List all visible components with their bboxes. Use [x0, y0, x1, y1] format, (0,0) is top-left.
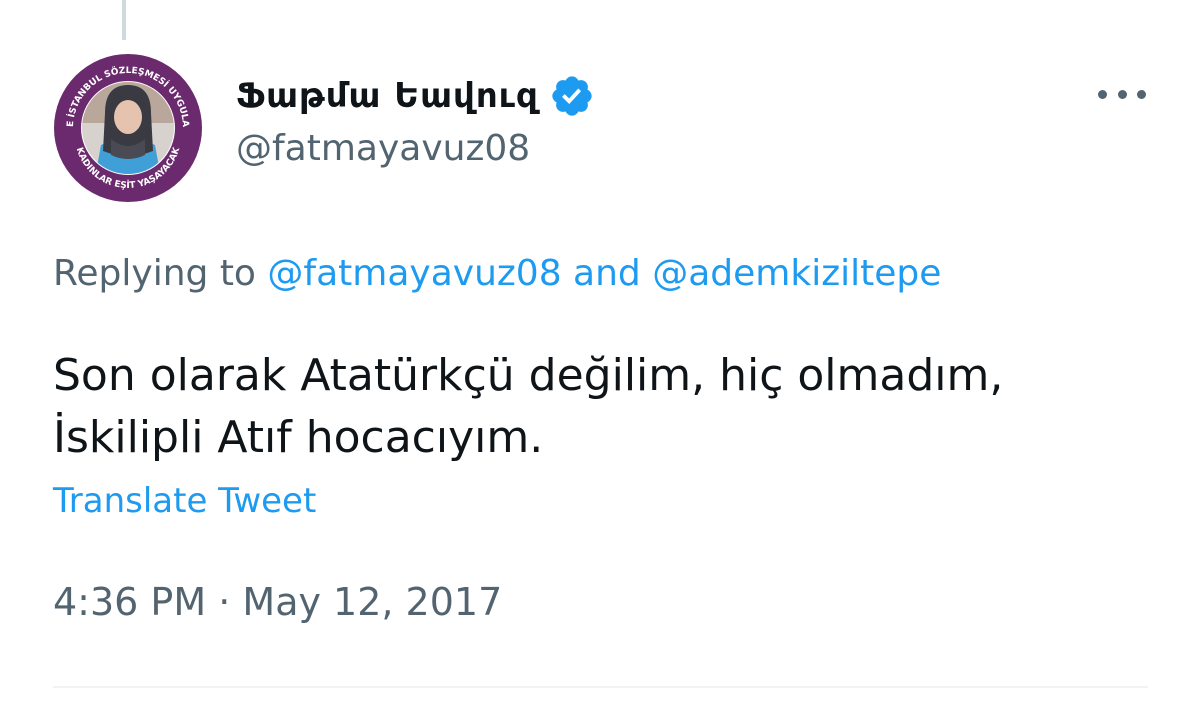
tweet-date[interactable]: May 12, 2017	[242, 580, 502, 624]
mention-link-1[interactable]: @fatmayavuz08	[267, 253, 561, 294]
tweet-text-line: Son olarak Atatürkçü değilim, hiç olmadı…	[53, 350, 1004, 401]
tweet-text: Son olarak Atatürkçü değilim, hiç olmadı…	[53, 345, 1153, 469]
replying-conjunction[interactable]: and	[573, 253, 641, 294]
mention-link-2[interactable]: @ademkiziltepe	[652, 253, 941, 294]
replying-to: Replying to @fatmayavuz08 and @ademkizil…	[53, 253, 941, 294]
timestamp-separator: ·	[218, 580, 231, 624]
avatar[interactable]: 6284 VE İSTANBUL SÖZLEŞMESİ UYGULANACAK …	[53, 53, 203, 203]
author-name-row: Ֆաթմա Եավուզ	[236, 70, 595, 122]
author-handle[interactable]: @fatmayavuz08	[236, 128, 595, 169]
replying-prefix: Replying to	[53, 253, 256, 294]
tweet-timestamp[interactable]: 4:36 PM · May 12, 2017	[53, 580, 502, 624]
thread-line	[122, 0, 126, 40]
verified-badge-icon	[552, 76, 592, 116]
more-horizontal-icon[interactable]	[1098, 82, 1146, 106]
translate-tweet-link[interactable]: Translate Tweet	[53, 481, 316, 521]
tweet-time[interactable]: 4:36 PM	[53, 580, 206, 624]
tweet-header: Ֆաթմա Եավուզ @fatmayavuz08	[236, 70, 595, 169]
tweet-text-line: İskilipli Atıf hocacıyım.	[53, 412, 544, 463]
author-display-name[interactable]: Ֆաթմա Եավուզ	[236, 76, 539, 116]
divider	[53, 686, 1148, 688]
